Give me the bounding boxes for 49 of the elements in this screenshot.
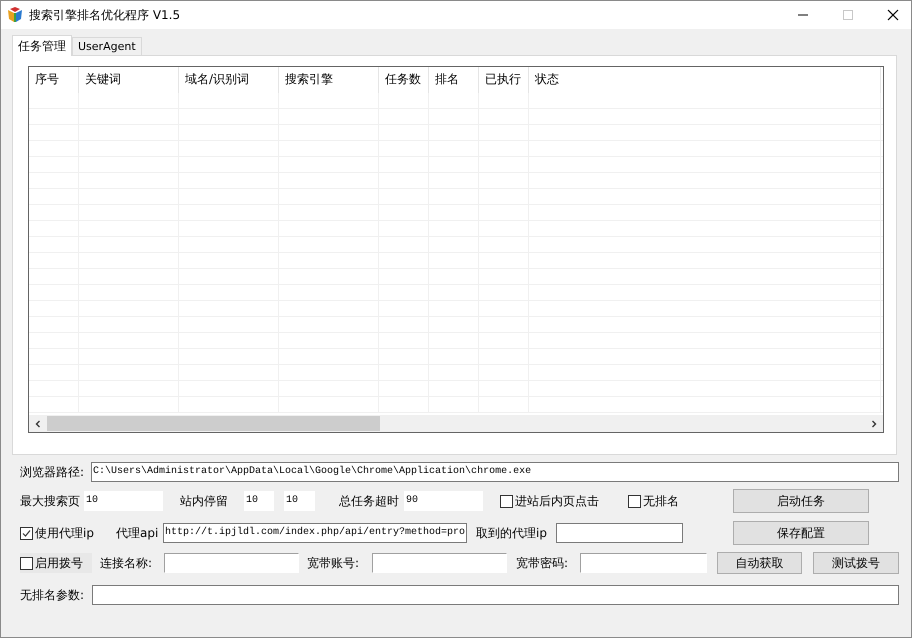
scroll-left-icon[interactable] [34, 420, 42, 428]
checkbox[interactable] [628, 494, 641, 508]
field-label: 浏览器路径: [20, 464, 86, 480]
column-header[interactable]: 序号 [29, 67, 79, 93]
checkbox[interactable] [20, 526, 33, 540]
column-header[interactable]: 已执行 [479, 67, 529, 93]
input-field[interactable] [580, 553, 707, 573]
column-header[interactable]: 关键词 [79, 67, 179, 93]
input-field[interactable] [556, 523, 683, 543]
action-button[interactable]: 自动获取 [717, 552, 802, 574]
checkbox-label[interactable]: 无排名 [643, 492, 679, 510]
close-icon[interactable] [887, 9, 899, 21]
action-button[interactable]: 测试拨号 [813, 552, 899, 574]
column-header[interactable]: 任务数 [379, 67, 429, 93]
field-label: 最大搜索页 [20, 492, 81, 510]
window-title: 搜索引擎排名优化程序 V1.5 [29, 6, 180, 24]
input-field[interactable]: 90 [404, 491, 483, 511]
action-button[interactable]: 保存配置 [733, 521, 869, 545]
field-label: 代理api [116, 524, 160, 542]
input-field[interactable] [92, 585, 899, 605]
field-label: 取到的代理ip [476, 524, 548, 542]
column-header[interactable]: 状态 [529, 67, 881, 93]
field-label: 宽带密码: [516, 554, 570, 572]
column-header[interactable]: 搜索引擎 [279, 67, 379, 93]
input-field[interactable]: 10 [284, 491, 315, 511]
app-logo-icon [7, 7, 23, 23]
input-field[interactable] [372, 553, 507, 573]
field-label: 无排名参数: [20, 586, 86, 604]
checkbox-label[interactable]: 使用代理ip [35, 524, 94, 542]
input-field[interactable]: C:\Users\Administrator\AppData\Local\Google\Chrome\Application\chrome.exe [91, 462, 899, 482]
field-label: 总任务超时 [339, 492, 400, 510]
column-header[interactable]: 域名/识别词 [179, 67, 279, 93]
field-label: 站内停留 [180, 492, 229, 510]
input-field[interactable]: http://t.ipjldl.com/index.php/api/entry?method=pro [163, 523, 467, 543]
field-label: 连接名称: [100, 554, 154, 572]
scroll-right-icon[interactable] [870, 420, 878, 428]
scrollbar-thumb[interactable] [47, 416, 380, 431]
horizontal-scrollbar[interactable] [29, 415, 883, 432]
input-field[interactable]: 10 [84, 491, 163, 511]
input-field[interactable] [164, 553, 299, 573]
input-field[interactable]: 10 [244, 491, 274, 511]
tab[interactable]: 任务管理 [12, 35, 72, 56]
checkbox[interactable] [20, 556, 33, 570]
checkbox[interactable] [500, 494, 513, 508]
tab[interactable]: UserAgent [72, 37, 142, 55]
checkbox-label[interactable]: 进站后内页点击 [515, 492, 599, 510]
action-button[interactable]: 启动任务 [733, 489, 869, 513]
column-header[interactable]: 排名 [429, 67, 479, 93]
field-label: 宽带账号: [307, 554, 360, 572]
